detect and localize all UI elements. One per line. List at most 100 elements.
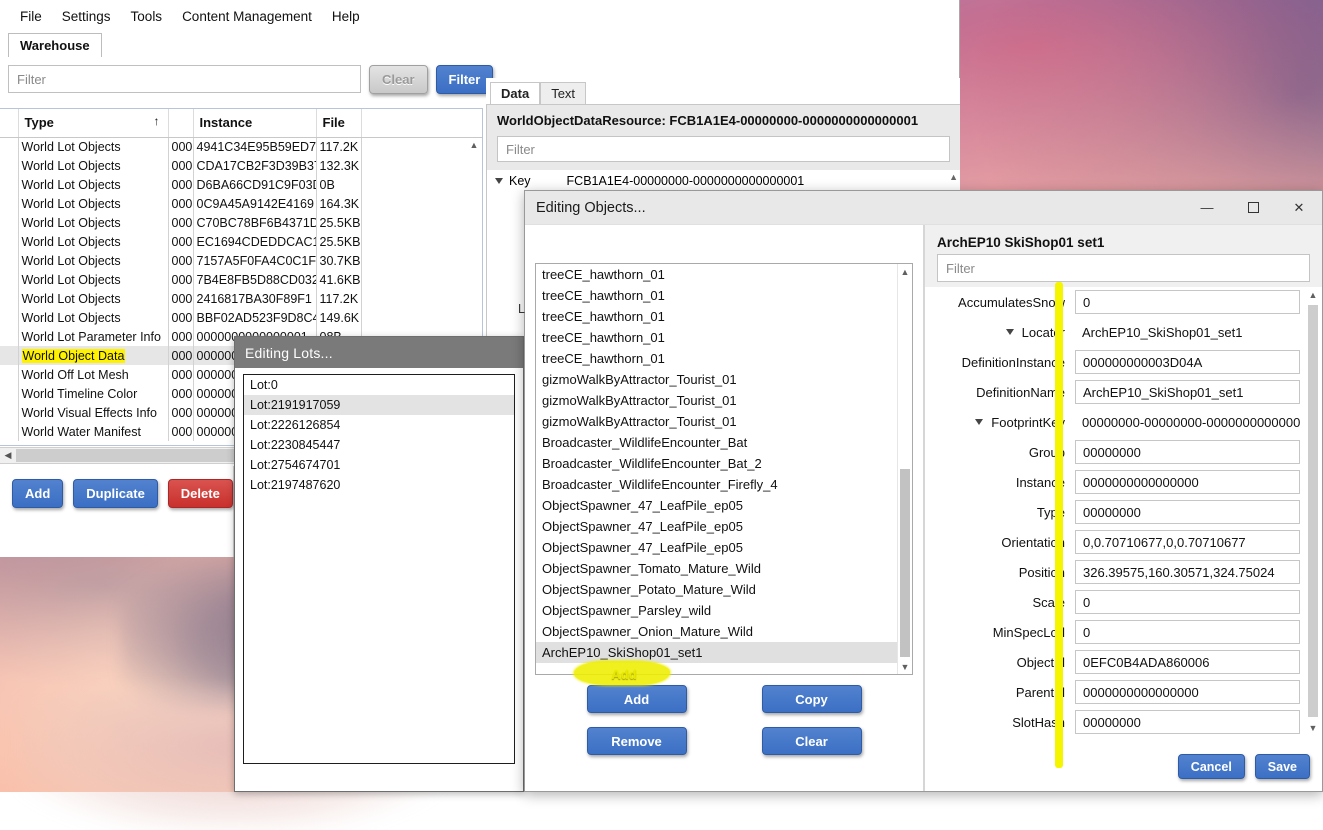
expander-triangle-icon[interactable] [1006, 329, 1014, 335]
property-value[interactable]: 0 [1075, 590, 1300, 614]
delete-record-button[interactable]: Delete [168, 479, 233, 508]
maximize-icon[interactable] [1230, 191, 1276, 224]
menu-content-management[interactable]: Content Management [172, 5, 322, 28]
property-value[interactable]: 0 [1075, 290, 1300, 314]
table-row[interactable]: World Lot Objects0007157A5F0FA4C0C1F30.7… [0, 251, 483, 270]
object-list-item[interactable]: treeCE_hawthorn_01 [536, 285, 912, 306]
scroll-down-icon[interactable]: ▼ [1306, 720, 1320, 735]
close-icon[interactable]: ✕ [1276, 191, 1322, 224]
table-row[interactable]: World Lot Objects000D6BA66CD91C9F03D0B [0, 175, 483, 194]
property-value[interactable]: 0EFC0B4ADA860006 [1075, 650, 1300, 674]
lot-list-item[interactable]: Lot:2191917059 [244, 395, 514, 415]
property-value[interactable]: 326.39575,160.30571,324.75024 [1075, 560, 1300, 584]
menu-file[interactable]: File [10, 5, 52, 28]
table-row[interactable]: World Lot Objects0000C9A45A9142E4169164.… [0, 194, 483, 213]
tab-data[interactable]: Data [490, 82, 540, 104]
object-list-item[interactable]: ObjectSpawner_47_LeafPile_ep05 [536, 537, 912, 558]
table-row[interactable]: World Lot Objects000C70BC78BF6B4371D25.5… [0, 213, 483, 232]
property-value[interactable]: 00000000 [1075, 500, 1300, 524]
lot-list-item[interactable]: Lot:2197487620 [244, 475, 514, 495]
table-row[interactable]: World Lot Objects000BBF02AD523F9D8C4149.… [0, 308, 483, 327]
scroll-up-icon[interactable]: ▲ [898, 264, 912, 279]
object-list-item[interactable]: treeCE_hawthorn_01 [536, 327, 912, 348]
lots-dialog-titlebar[interactable]: Editing Lots... [235, 337, 523, 368]
object-list-item[interactable]: treeCE_hawthorn_01 [536, 348, 912, 369]
menu-tools[interactable]: Tools [121, 5, 173, 28]
lot-list-item[interactable]: Lot:2226126854 [244, 415, 514, 435]
object-list-item[interactable]: gizmoWalkByAttractor_Tourist_01 [536, 369, 912, 390]
object-list-item[interactable]: Broadcaster_WildlifeEncounter_Bat [536, 432, 912, 453]
warehouse-filter-input[interactable] [8, 65, 361, 93]
clear-button[interactable]: Clear [369, 65, 428, 94]
table-row[interactable]: World Lot Objects000CDA17CB2F3D39B37132.… [0, 156, 483, 175]
lot-list-item[interactable]: Lot:2230845447 [244, 435, 514, 455]
cell-file-size: 41.6KB [316, 270, 361, 289]
object-list-item[interactable]: treeCE_hawthorn_01 [536, 264, 912, 285]
objects-listbox[interactable]: treeCE_hawthorn_01treeCE_hawthorn_01tree… [535, 263, 913, 675]
column-header-group[interactable] [168, 109, 193, 137]
object-list-item[interactable]: ObjectSpawner_Tomato_Mature_Wild [536, 558, 912, 579]
tab-warehouse[interactable]: Warehouse [8, 33, 102, 57]
column-header-file[interactable]: File [316, 109, 361, 137]
object-list-item[interactable]: ObjectSpawner_Potato_Mature_Wild [536, 579, 912, 600]
objects-add-button[interactable]: Add [587, 685, 687, 713]
scroll-up-icon[interactable]: ▲ [1306, 287, 1320, 302]
property-value[interactable]: 00000000 [1075, 440, 1300, 464]
save-button[interactable]: Save [1255, 754, 1310, 779]
property-value[interactable]: ArchEP10_SkiShop01_set1 [1075, 380, 1300, 404]
object-list-item[interactable]: ArchEP10_SkiShop01_set1 [536, 642, 912, 663]
property-value[interactable]: 0000000000000000 [1075, 470, 1300, 494]
scrollbar-thumb[interactable] [1308, 305, 1318, 717]
objects-copy-button[interactable]: Copy [762, 685, 862, 713]
table-row[interactable]: World Lot Objects0007B4E8FB5D88CD03241.6… [0, 270, 483, 289]
properties-scrollbar[interactable]: ▲ ▼ [1306, 287, 1320, 735]
object-list-item[interactable]: ObjectSpawner_47_LeafPile_ep05 [536, 516, 912, 537]
object-list-item[interactable]: gizmoWalkByAttractor_Tourist_01 [536, 411, 912, 432]
objects-dialog-titlebar[interactable]: Editing Objects... — ✕ [525, 191, 1322, 225]
detail-filter-input[interactable] [497, 136, 950, 162]
lot-list-item[interactable]: Lot:0 [244, 375, 514, 395]
table-row[interactable]: World Lot Objects0004941C34E95B59ED7117.… [0, 137, 483, 156]
table-row[interactable]: World Lot Objects000EC1694CDEDDCAC1!25.5… [0, 232, 483, 251]
object-list-item[interactable]: Broadcaster_WildlifeEncounter_Firefly_4 [536, 474, 912, 495]
property-value[interactable]: 0 [1075, 620, 1300, 644]
properties-filter-input[interactable] [937, 254, 1310, 282]
property-value[interactable]: 0000000000000000 [1075, 680, 1300, 704]
objects-list-scrollbar[interactable]: ▲ ▼ [897, 264, 912, 674]
object-list-item[interactable]: Broadcaster_WildlifeEncounter_Bat_2 [536, 453, 912, 474]
scroll-up-icon[interactable]: ▲ [949, 172, 958, 182]
scroll-down-icon[interactable]: ▼ [898, 659, 912, 674]
column-header-instance[interactable]: Instance [193, 109, 316, 137]
table-row[interactable]: World Lot Objects0002416817BA30F89F1117.… [0, 289, 483, 308]
objects-remove-button[interactable]: Remove [587, 727, 687, 755]
cell-extra [361, 137, 483, 156]
property-value[interactable]: 0,0.70710677,0,0.70710677 [1075, 530, 1300, 554]
menu-settings[interactable]: Settings [52, 5, 121, 28]
cell-file-size: 25.5KB [316, 232, 361, 251]
add-record-button[interactable]: Add [12, 479, 63, 508]
scrollbar-thumb[interactable] [900, 469, 910, 657]
property-value[interactable]: 000000000003D04A [1075, 350, 1300, 374]
cancel-button[interactable]: Cancel [1178, 754, 1245, 779]
expander-triangle-icon[interactable] [975, 419, 983, 425]
lots-listbox[interactable]: Lot:0Lot:2191917059Lot:2226126854Lot:223… [243, 374, 515, 764]
scroll-up-icon[interactable]: ▲ [466, 138, 482, 150]
object-list-item[interactable]: gizmoWalkByAttractor_Tourist_01 [536, 390, 912, 411]
detail-tree-key-row[interactable]: Key FCB1A1E4-00000000-0000000000000001 ▲ [487, 170, 960, 192]
column-header-type[interactable]: Type ↑ [18, 109, 168, 137]
object-list-item[interactable]: ObjectSpawner_47_LeafPile_ep05 [536, 495, 912, 516]
expander-triangle-icon[interactable] [495, 178, 503, 184]
duplicate-record-button[interactable]: Duplicate [73, 479, 158, 508]
object-list-item[interactable]: ObjectSpawner_Onion_Mature_Wild [536, 621, 912, 642]
objects-clear-button[interactable]: Clear [762, 727, 862, 755]
scroll-left-icon[interactable]: ◀ [0, 450, 16, 461]
menu-help[interactable]: Help [322, 5, 370, 28]
object-list-item[interactable]: ObjectSpawner_Parsley_wild [536, 600, 912, 621]
property-value[interactable]: 00000000 [1075, 710, 1300, 734]
object-list-item[interactable]: treeCE_hawthorn_01 [536, 306, 912, 327]
tab-text[interactable]: Text [540, 82, 586, 104]
filter-button[interactable]: Filter [436, 65, 494, 94]
minimize-icon[interactable]: — [1184, 191, 1230, 224]
lot-list-item[interactable]: Lot:2754674701 [244, 455, 514, 475]
cell-group: 000 [168, 194, 193, 213]
